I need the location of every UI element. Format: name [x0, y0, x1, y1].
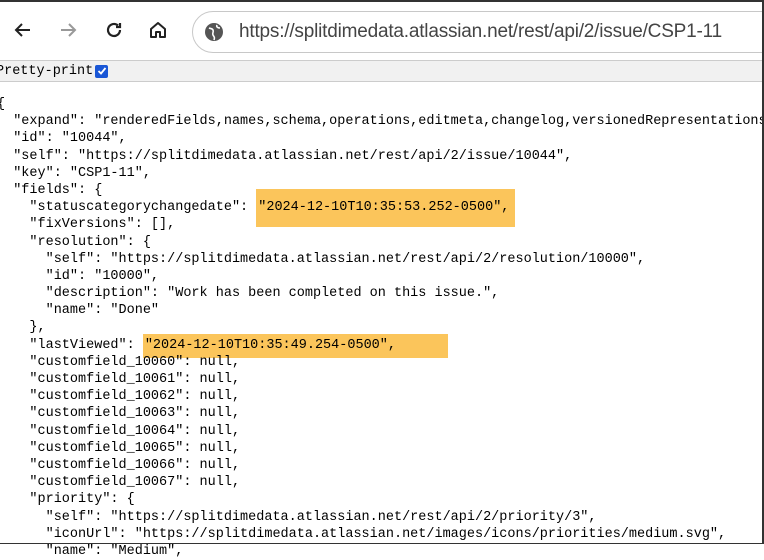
json-line: "customfield_10061": null,: [0, 371, 764, 388]
json-line: "id": "10000",: [0, 268, 764, 285]
back-button[interactable]: [10, 17, 36, 43]
json-text: "customfield_10063": null,: [29, 406, 241, 422]
json-text: "self": "https://splitdimedata.atlassian…: [45, 251, 646, 267]
json-text: "description": "Work has been completed …: [45, 286, 500, 302]
json-line: "resolution": {: [0, 234, 764, 251]
json-text: "key": "CSP1-11",: [13, 165, 151, 181]
json-text: "id": "10044",: [13, 131, 127, 147]
forward-icon: [61, 23, 77, 37]
url-text: https://splitdimedata.atlassian.net/rest…: [239, 21, 722, 42]
browser-toolbar: https://splitdimedata.atlassian.net/rest…: [0, 0, 764, 60]
json-text: "customfield_10067": null,: [29, 475, 241, 491]
json-line: "expand": "renderedFields,names,schema,o…: [0, 113, 764, 130]
json-text: "fixVersions": [],: [29, 217, 176, 233]
json-line: "description": "Work has been completed …: [0, 285, 764, 302]
highlighted-timestamp: "2024-12-10T10:35:53.252-0500",: [256, 189, 516, 228]
json-line: "self": "https://splitdimedata.atlassian…: [0, 509, 764, 526]
home-icon: [150, 22, 166, 38]
json-line: "customfield_10067": null,: [0, 474, 764, 491]
checkmark-icon: [97, 67, 106, 75]
json-text: "customfield_10060": null,: [29, 354, 241, 370]
json-text: },: [29, 320, 46, 336]
json-line: "self": "https://splitdimedata.atlassian…: [0, 148, 764, 165]
json-text: "resolution": {: [29, 234, 151, 250]
json-text: "customfield_10066": null,: [29, 457, 241, 473]
address-bar[interactable]: https://splitdimedata.atlassian.net/rest…: [192, 11, 764, 53]
pretty-print-checkbox[interactable]: [95, 64, 109, 78]
reload-button[interactable]: [101, 17, 127, 43]
json-line: "self": "https://splitdimedata.atlassian…: [0, 251, 764, 268]
json-line: "id": "10044",: [0, 130, 764, 147]
json-text: "customfield_10061": null,: [29, 372, 241, 387]
pretty-print-bar: Pretty-print: [0, 60, 764, 82]
json-text: {: [0, 97, 5, 112]
json-text: "self": "https://splitdimedata.atlassian…: [13, 148, 573, 164]
json-text: "fields": {: [13, 182, 103, 198]
json-text: "customfield_10064": null,: [29, 423, 241, 439]
reload-icon: [106, 22, 122, 38]
json-line: "customfield_10066": null,: [0, 457, 764, 474]
json-text: "id": "10000",: [45, 268, 160, 284]
json-text: "name": "Medium",: [45, 543, 184, 559]
json-text: "self": "https://splitdimedata.atlassian…: [45, 509, 597, 525]
json-text: "name": "Done": [45, 303, 160, 319]
json-line: "customfield_10063": null,: [0, 405, 764, 422]
json-line: "priority": {: [0, 491, 764, 508]
globe-icon: [205, 23, 223, 41]
home-button[interactable]: [145, 17, 171, 43]
pretty-print-label: Pretty-print: [0, 63, 94, 79]
forward-button[interactable]: [55, 17, 81, 43]
json-viewer: { "expand": "renderedFields,names,schema…: [0, 96, 764, 560]
json-text: "customfield_10062": null,: [29, 389, 241, 405]
json-line: "key": "CSP1-11",: [0, 165, 764, 182]
json-text: "priority": {: [29, 492, 135, 508]
json-text: "expand": "renderedFields,names,schema,o…: [13, 114, 764, 130]
json-line: "lastViewed": "2024-12-10T10:35:49.254-0…: [0, 333, 764, 358]
json-text: "customfield_10065": null,: [29, 440, 241, 456]
json-line: "customfield_10065": null,: [0, 440, 764, 457]
json-text: "iconUrl": "https://splitdimedata.atlass…: [45, 526, 727, 542]
json-text: "lastViewed":: [29, 337, 143, 353]
json-line: "statuscategorychangedate": "2024-12-10T…: [0, 189, 764, 228]
json-line: "customfield_10062": null,: [0, 388, 764, 405]
json-text: "statuscategorychangedate":: [29, 200, 257, 216]
json-line: {: [0, 96, 764, 113]
back-icon: [14, 23, 30, 37]
json-line: "customfield_10064": null,: [0, 423, 764, 440]
json-line: "name": "Medium",: [0, 543, 764, 560]
json-line: "iconUrl": "https://splitdimedata.atlass…: [0, 526, 764, 543]
json-line: "name": "Done": [0, 302, 764, 319]
